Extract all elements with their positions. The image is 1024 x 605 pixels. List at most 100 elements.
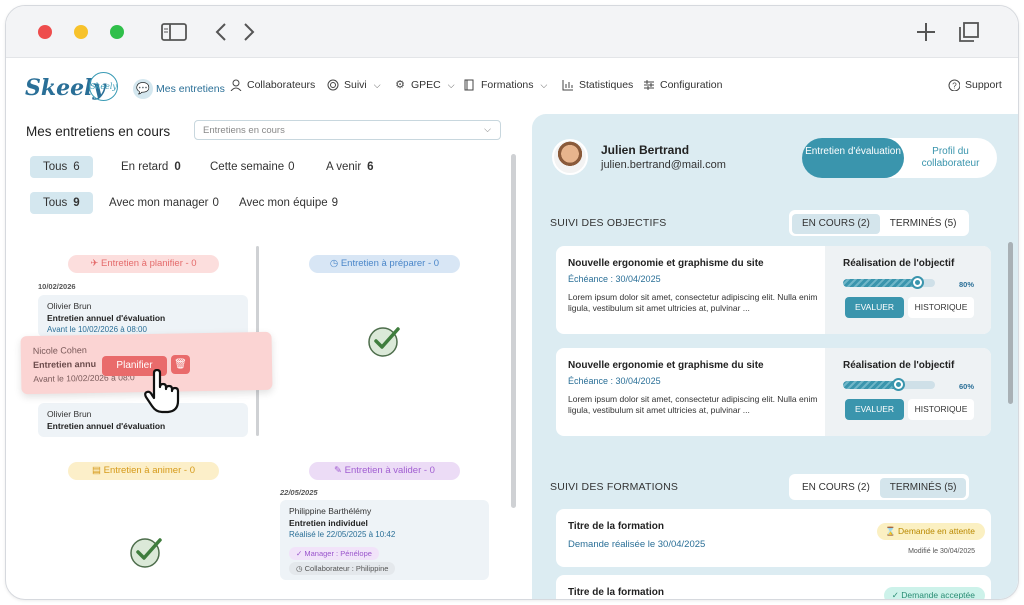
nav-mes-entretiens[interactable]: 💬 Mes entretiens	[133, 79, 225, 99]
tab-en-cours[interactable]: EN COURS (2)	[792, 214, 880, 234]
rocket-icon: ✈	[90, 258, 101, 269]
svg-text:?: ?	[952, 82, 957, 91]
badge-label: Demande en attente	[897, 526, 975, 536]
group-date: 10/02/2026	[38, 282, 76, 291]
formations-section-title: SUIVI DES FORMATIONS	[550, 481, 679, 493]
interviews-panel: Mes entretiens en cours Entretiens en co…	[6, 114, 526, 599]
back-icon[interactable]	[214, 22, 228, 44]
badge-label: Demande acceptée	[901, 590, 975, 600]
card-name: Olivier Brun	[47, 301, 92, 311]
toggle-entretien-evaluation[interactable]: Entretien d'évaluation	[802, 138, 904, 178]
card-title: Entretien annuel d'évaluation	[47, 420, 166, 431]
progress-knob[interactable]	[910, 276, 924, 289]
card-name: Philippine Barthélémy	[289, 506, 372, 516]
book-icon	[464, 79, 474, 91]
nav-collaborateurs[interactable]: Collaborateurs	[230, 79, 315, 91]
toggle-profil-collaborateur[interactable]: Profil du collaborateur	[904, 138, 997, 178]
tab-termines[interactable]: TERMINÉS (5)	[880, 214, 967, 234]
document-icon: ▤	[92, 465, 104, 476]
nav-formations[interactable]: Formations ⌵	[464, 79, 547, 91]
check-icon: ✓	[891, 590, 902, 600]
nav-label: Collaborateurs	[247, 79, 316, 91]
nav-support[interactable]: ? Support	[948, 79, 1002, 91]
interview-card[interactable]: Philippine Barthélémy Entretien individu…	[280, 500, 489, 580]
objective-deadline: Échéance : 30/04/2025	[568, 274, 661, 284]
progress-bar	[843, 381, 935, 389]
browser-toolbar	[6, 6, 1018, 58]
modified-date: Modifié le 30/04/2025	[908, 548, 975, 555]
nav-suivi[interactable]: Suivi ⌵	[327, 79, 381, 91]
formation-card[interactable]: Titre de la formation ✓ Demande acceptée	[556, 575, 991, 600]
nav-label: Suivi	[344, 79, 367, 91]
filter-count: 0	[212, 197, 219, 209]
edit-icon: ✎	[334, 465, 345, 476]
chevron-down-icon: ⌵	[373, 79, 381, 90]
logo-badge: Skeely	[89, 72, 118, 101]
column-label: Entretien à préparer - 0	[340, 258, 440, 269]
column-header-preparer: ◷ Entretien à préparer - 0	[309, 255, 460, 273]
check-circle-icon	[130, 538, 162, 568]
card-date: Réalisé le 22/05/2025 à 10:42	[289, 530, 396, 539]
filter-tous[interactable]: Tous 6	[30, 156, 93, 178]
historique-button[interactable]: HISTORIQUE	[908, 399, 974, 420]
filter-tous-equipe[interactable]: Tous 9	[30, 192, 93, 214]
filter-count: 9	[331, 197, 339, 209]
filter-cette-semaine[interactable]: Cette semaine 0	[210, 156, 295, 178]
avatar	[552, 139, 588, 175]
nav-label: Mes entretiens	[156, 83, 225, 95]
filter-count: 9	[73, 197, 80, 209]
collaborator-tag: ◷ Collaborateur : Philippine	[289, 562, 396, 575]
progress-fill	[843, 381, 899, 389]
page-title: Mes entretiens en cours	[26, 124, 171, 139]
new-tab-icon[interactable]	[916, 22, 936, 44]
formation-card[interactable]: Titre de la formation Demande réalisée l…	[556, 509, 991, 567]
forward-icon[interactable]	[242, 22, 256, 44]
historique-button[interactable]: HISTORIQUE	[908, 297, 974, 318]
employee-detail-panel: Julien Bertrand julien.bertrand@mail.com…	[532, 114, 1018, 600]
tabs-overview-icon[interactable]	[958, 21, 980, 43]
minimize-window-button[interactable]	[74, 25, 88, 39]
nav-gpec[interactable]: ⚙ GPEC ⌵	[394, 79, 455, 91]
filter-avec-mon-equipe[interactable]: Avec mon équipe 9	[239, 192, 338, 214]
progress-percent: 60%	[959, 382, 975, 391]
column-header-planifier: ✈ Entretien à planifier - 0	[68, 255, 219, 273]
filter-label: Tous	[43, 197, 68, 209]
objectives-tabs: EN COURS (2) TERMINÉS (5)	[789, 210, 970, 236]
filter-avec-mon-manager[interactable]: Avec mon manager 0	[109, 192, 219, 214]
objective-title: Nouvelle ergonomie et graphisme du site	[568, 258, 764, 269]
interview-status-select[interactable]: Entretiens en cours ⌵	[194, 120, 501, 140]
evaluer-button[interactable]: EVALUER	[845, 297, 904, 318]
nav-statistiques[interactable]: Statistiques	[562, 79, 633, 91]
status-badge: ⌛ Demande en attente	[877, 523, 985, 540]
filter-a-venir[interactable]: A venir 6	[326, 156, 374, 178]
filter-count: 0	[174, 161, 181, 173]
scrollbar[interactable]	[1008, 242, 1013, 404]
progress-percent: 80%	[959, 280, 975, 289]
nav-label: Statistiques	[579, 79, 634, 91]
filter-en-retard[interactable]: En retard 0	[121, 156, 181, 178]
evaluer-button[interactable]: EVALUER	[845, 399, 904, 420]
scrollbar[interactable]	[511, 154, 516, 508]
progress-label: Réalisation de l'objectif	[843, 258, 955, 269]
filter-label: Avec mon manager	[109, 197, 209, 209]
progress-label: Réalisation de l'objectif	[843, 360, 955, 371]
column-label: Entretien à animer - 0	[103, 465, 195, 476]
user-email: julien.bertrand@mail.com	[601, 159, 726, 171]
tab-termines[interactable]: TERMINÉS (5)	[879, 478, 967, 498]
tab-en-cours[interactable]: EN COURS (2)	[792, 478, 880, 498]
filter-label: Cette semaine	[210, 161, 285, 173]
nav-configuration[interactable]: Configuration	[643, 79, 722, 91]
sidebar-toggle-icon[interactable]	[160, 22, 188, 44]
objective-title: Nouvelle ergonomie et graphisme du site	[568, 360, 764, 371]
column-header-animer: ▤ Entretien à animer - 0	[68, 462, 219, 480]
hourglass-icon: ⌛	[885, 526, 898, 536]
interview-card[interactable]: Olivier Brun Entretien annuel d'évaluati…	[38, 295, 248, 337]
app-navbar: Skeely Skeely 💬 Mes entretiens Collabora…	[6, 58, 1018, 114]
group-date: 22/05/2025	[280, 488, 318, 497]
maximize-window-button[interactable]	[110, 25, 124, 39]
select-value: Entretiens en cours	[203, 125, 285, 136]
nav-label: GPEC	[411, 79, 441, 91]
card-title: Entretien annuel d'évaluation	[47, 312, 166, 323]
filter-label: En retard	[121, 161, 169, 173]
close-window-button[interactable]	[38, 25, 52, 39]
